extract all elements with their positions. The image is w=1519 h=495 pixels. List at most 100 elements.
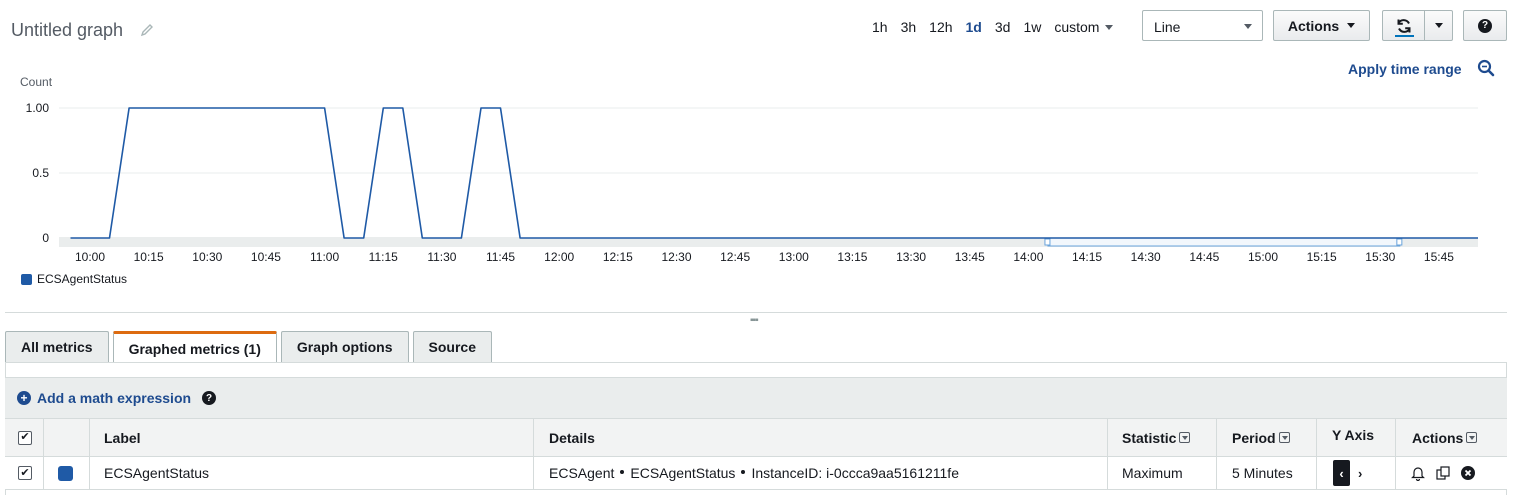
sort-icon[interactable] [1179,432,1191,443]
range-3h[interactable]: 3h [901,19,917,35]
column-label: Label [104,429,141,446]
refresh-button[interactable] [1382,10,1425,41]
column-details: Details [549,429,595,446]
x-tick-label: 13:15 [837,250,867,264]
row-checkbox[interactable]: ✔ [18,466,32,480]
range-custom[interactable]: custom [1054,19,1114,35]
row-select-cell: ✔ [18,457,32,489]
x-tick-label: 14:30 [1131,250,1161,264]
sort-icon[interactable] [1466,432,1478,443]
yaxis-left-button[interactable]: ‹ [1333,460,1350,486]
table-header: ✔ Label Details Statistic Period Y Axis … [5,418,1507,457]
resize-handle[interactable]: ▪▪▪ [750,316,759,326]
refresh-icon [1397,18,1410,33]
actions-button[interactable]: Actions [1273,10,1370,41]
x-tick-label: 15:00 [1248,250,1278,264]
panel-divider [5,312,1507,313]
row-statistic[interactable]: Maximum [1122,457,1183,489]
range-1h[interactable]: 1h [872,19,888,35]
sort-icon[interactable] [1278,432,1290,443]
y-tick-label: 0.5 [32,166,49,180]
tab-graph-options[interactable]: Graph options [280,331,409,362]
range-12h[interactable]: 12h [929,19,952,35]
x-tick-label: 12:30 [661,250,691,264]
x-tick-label: 15:30 [1365,250,1395,264]
bell-icon[interactable] [1410,465,1426,481]
row-details: ECSAgent ECSAgentStatus InstanceID: i-0c… [549,457,959,489]
refresh-options-button[interactable] [1424,10,1453,41]
graph-type-select[interactable]: Line [1142,10,1263,41]
selection-handle [1396,238,1403,246]
detail-dimension: InstanceID: i-0ccca9aa5161211fe [751,465,959,481]
x-tick-label: 13:45 [955,250,985,264]
legend-label[interactable]: ECSAgentStatus [37,272,127,286]
column-actions[interactable]: Actions [1412,419,1478,456]
refresh-indicator [1395,35,1414,37]
actions-label: Actions [1287,17,1340,34]
help-button[interactable]: ? [1463,10,1507,41]
column-yaxis: Y Axis [1332,426,1375,443]
line-chart[interactable]: Count 1.00 0.5 0 10:00 10:15 10:30 10:45 11:00 11… [0,70,1519,270]
add-math-expression-link[interactable]: Add a math expression [37,390,191,406]
tab-source[interactable]: Source [412,331,492,362]
chevron-down-icon [1434,23,1443,28]
range-1w[interactable]: 1w [1023,19,1041,35]
selection-handle [1044,238,1051,246]
row-yaxis: ‹ › [1333,457,1362,489]
detail-metric: ECSAgentStatus [630,465,736,481]
range-3d[interactable]: 3d [995,19,1011,35]
x-tick-label: 11:15 [369,250,398,264]
range-1d[interactable]: 1d [966,19,982,35]
x-tick-label: 10:00 [75,250,105,264]
copy-icon[interactable] [1435,465,1451,481]
yaxis-right-button[interactable]: › [1358,466,1362,481]
time-range-selector: 1h 3h 12h 1d 3d 1w custom [872,17,1114,37]
x-tick-label: 14:15 [1072,250,1102,264]
x-tick-label: 12:15 [603,250,633,264]
column-statistic[interactable]: Statistic [1122,419,1191,456]
x-tick-label: 10:45 [251,250,281,264]
chevron-down-icon [1244,24,1252,29]
row-period[interactable]: 5 Minutes [1232,457,1293,489]
y-axis-label: Count [20,75,53,89]
separator-dot [741,470,746,474]
help-icon[interactable]: ? [202,391,217,405]
chevron-down-icon [1105,24,1114,30]
separator-dot [620,470,625,474]
x-tick-label: 13:00 [779,250,809,264]
select-all-cell: ✔ [18,419,32,456]
y-tick-label: 1.00 [26,101,50,115]
x-tick-label: 10:30 [192,250,222,264]
x-tick-label: 11:45 [486,250,515,264]
column-period[interactable]: Period [1232,419,1290,456]
column-actions-label: Actions [1412,429,1464,446]
row-label[interactable]: ECSAgentStatus [104,457,209,489]
table-row[interactable]: ✔ ECSAgentStatus ECSAgent ECSAgentStatus… [5,457,1507,490]
graph-type-value: Line [1154,19,1181,35]
x-tick-label: 12:45 [720,250,750,264]
x-tick-label: 13:30 [896,250,926,264]
detail-namespace: ECSAgent [549,465,615,481]
tab-graphed-metrics[interactable]: Graphed metrics (1) [112,331,277,363]
x-tick-label: 14:45 [1189,250,1219,264]
y-tick-label: 0 [42,231,49,245]
column-statistic-label: Statistic [1122,429,1177,446]
column-period-label: Period [1232,429,1276,446]
tab-all-metrics[interactable]: All metrics [5,331,109,362]
close-circle-icon[interactable] [1460,465,1476,481]
x-tick-label: 15:15 [1307,250,1337,264]
series-color-swatch[interactable] [58,465,73,481]
x-tick-label: 14:00 [1013,250,1043,264]
graph-title[interactable]: Untitled graph [11,20,123,41]
metrics-tabs: All metrics Graphed metrics (1) Graph op… [5,331,496,363]
row-color-cell [58,457,73,489]
legend-swatch [21,273,32,285]
pencil-icon[interactable] [140,23,154,37]
select-all-checkbox[interactable]: ✔ [18,430,32,445]
math-expression-bar: + Add a math expression ? [5,377,1507,418]
x-tick-label: 11:00 [310,250,339,264]
row-actions [1410,457,1485,489]
x-tick-label: 12:00 [544,250,574,264]
range-custom-label: custom [1054,19,1100,35]
plus-circle-icon[interactable]: + [17,391,31,405]
